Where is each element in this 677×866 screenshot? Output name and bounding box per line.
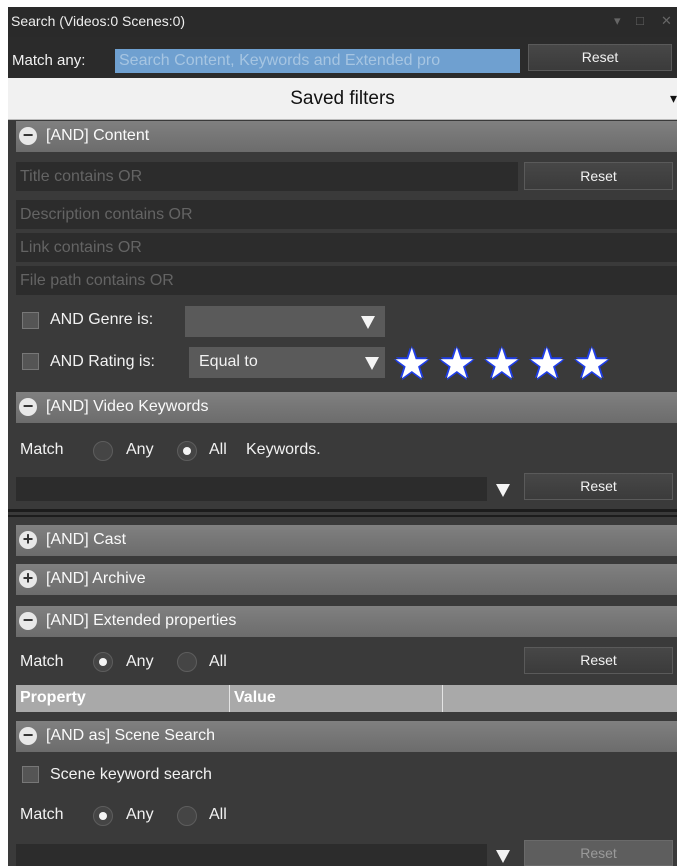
column-header-property[interactable]: Property bbox=[20, 689, 86, 707]
dropdown-arrow-icon bbox=[361, 316, 375, 329]
extended-match-label: Match bbox=[20, 653, 64, 670]
rating-comparison-value: Equal to bbox=[199, 353, 258, 370]
quick-search-reset-button[interactable]: Reset bbox=[528, 44, 672, 71]
rating-star-4-icon[interactable]: ★ bbox=[528, 343, 566, 385]
saved-filters-dropdown[interactable]: Saved filters ▾ bbox=[8, 78, 677, 120]
dropdown-arrow-icon[interactable] bbox=[496, 484, 510, 497]
content-section-header[interactable]: − [AND] Content bbox=[16, 121, 677, 152]
scene-any-label: Any bbox=[126, 806, 154, 823]
archive-section-header[interactable]: + [AND] Archive bbox=[16, 564, 677, 595]
extended-any-radio[interactable] bbox=[93, 652, 113, 672]
match-any-label: Match any: bbox=[12, 52, 86, 69]
scene-keyword-search-label: Scene keyword search bbox=[50, 766, 212, 783]
scene-all-radio[interactable] bbox=[177, 806, 197, 826]
keywords-any-radio[interactable] bbox=[93, 441, 113, 461]
rating-label: AND Rating is: bbox=[50, 353, 155, 370]
content-reset-button[interactable]: Reset bbox=[524, 162, 673, 190]
rating-star-2-icon[interactable]: ★ bbox=[438, 343, 476, 385]
minimize-icon[interactable]: ▾ bbox=[614, 13, 621, 29]
keywords-suffix-label: Keywords. bbox=[246, 441, 321, 458]
divider bbox=[8, 509, 677, 512]
close-icon[interactable]: ✕ bbox=[661, 13, 672, 29]
saved-filters-label: Saved filters bbox=[290, 88, 395, 109]
genre-dropdown[interactable] bbox=[185, 306, 385, 337]
video-keywords-section-header[interactable]: − [AND] Video Keywords bbox=[16, 392, 677, 423]
expand-icon[interactable]: + bbox=[19, 530, 37, 549]
scene-reset-button[interactable]: Reset bbox=[524, 840, 673, 866]
extended-properties-table-header: Property Value bbox=[16, 685, 677, 712]
keywords-reset-button[interactable]: Reset bbox=[524, 473, 673, 500]
rating-comparison-dropdown[interactable]: Equal to bbox=[189, 347, 385, 378]
rating-star-1-icon[interactable]: ★ bbox=[393, 343, 431, 385]
collapse-icon[interactable]: − bbox=[19, 397, 37, 416]
content-section-title: [AND] Content bbox=[46, 127, 150, 144]
genre-checkbox[interactable] bbox=[22, 312, 39, 329]
extended-any-label: Any bbox=[126, 653, 154, 670]
keywords-all-label: All bbox=[209, 441, 227, 458]
scene-keyword-search-checkbox[interactable] bbox=[22, 766, 39, 783]
expand-icon[interactable]: + bbox=[19, 569, 37, 588]
scene-search-section-header[interactable]: − [AND as] Scene Search bbox=[16, 721, 677, 752]
rating-star-5-icon[interactable]: ★ bbox=[573, 343, 611, 385]
scene-search-section-title: [AND as] Scene Search bbox=[46, 727, 215, 744]
dropdown-arrow-icon[interactable] bbox=[496, 850, 510, 863]
title-bar: Search (Videos:0 Scenes:0) ▾ □ ✕ bbox=[8, 7, 677, 37]
extended-properties-section-title: [AND] Extended properties bbox=[46, 612, 237, 629]
extended-all-label: All bbox=[209, 653, 227, 670]
collapse-icon[interactable]: − bbox=[19, 726, 37, 745]
collapse-icon[interactable]: − bbox=[19, 611, 37, 630]
cast-section-header[interactable]: + [AND] Cast bbox=[16, 525, 677, 556]
scene-all-label: All bbox=[209, 806, 227, 823]
extended-properties-section-header[interactable]: − [AND] Extended properties bbox=[16, 606, 677, 637]
file-path-contains-input[interactable] bbox=[16, 266, 677, 295]
maximize-icon[interactable]: □ bbox=[636, 13, 644, 28]
column-header-value[interactable]: Value bbox=[234, 689, 276, 707]
genre-label: AND Genre is: bbox=[50, 311, 154, 328]
rating-star-3-icon[interactable]: ★ bbox=[483, 343, 521, 385]
collapse-icon[interactable]: − bbox=[19, 126, 37, 145]
scene-match-label: Match bbox=[20, 806, 64, 823]
keywords-selector[interactable] bbox=[16, 477, 487, 501]
quick-search-input[interactable] bbox=[115, 49, 520, 73]
extended-all-radio[interactable] bbox=[177, 652, 197, 672]
window-title: Search (Videos:0 Scenes:0) bbox=[11, 13, 186, 29]
dropdown-arrow-icon bbox=[365, 357, 379, 370]
column-divider[interactable] bbox=[229, 685, 230, 712]
link-contains-input[interactable] bbox=[16, 233, 677, 262]
keywords-any-label: Any bbox=[126, 441, 154, 458]
quick-search-row: Match any: Reset bbox=[8, 37, 677, 78]
description-contains-input[interactable] bbox=[16, 200, 677, 229]
search-panel: Search (Videos:0 Scenes:0) ▾ □ ✕ Match a… bbox=[8, 7, 677, 866]
divider bbox=[8, 515, 677, 517]
scene-any-radio[interactable] bbox=[93, 806, 113, 826]
chevron-down-icon: ▾ bbox=[669, 90, 677, 106]
archive-section-title: [AND] Archive bbox=[46, 570, 146, 587]
keywords-match-label: Match bbox=[20, 441, 64, 458]
keywords-all-radio[interactable] bbox=[177, 441, 197, 461]
title-contains-input[interactable] bbox=[16, 162, 518, 191]
extended-reset-button[interactable]: Reset bbox=[524, 647, 673, 674]
scene-keywords-selector[interactable] bbox=[16, 844, 487, 866]
cast-section-title: [AND] Cast bbox=[46, 531, 127, 548]
video-keywords-section-title: [AND] Video Keywords bbox=[46, 398, 209, 415]
rating-checkbox[interactable] bbox=[22, 353, 39, 370]
column-divider[interactable] bbox=[442, 685, 443, 712]
